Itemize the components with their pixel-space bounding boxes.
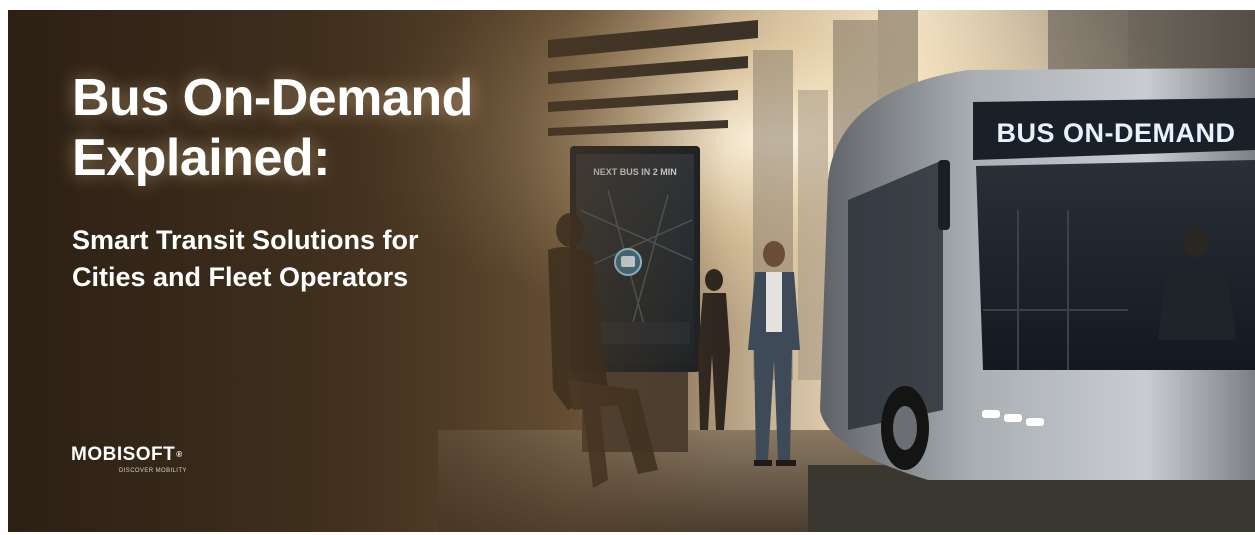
logo-tagline: DISCOVER MOBILITY <box>119 468 187 474</box>
hero-banner: NEXT BUS IN 2 MIN BUS ON-DEMAND Bus On-D… <box>8 10 1255 532</box>
bus: BUS ON-DEMAND <box>820 68 1255 480</box>
logo-wordmark-text: MOBISOFT <box>71 444 176 465</box>
bus-destination-sign: BUS ON-DEMAND <box>997 118 1236 148</box>
banner-title-line-2: Explained: <box>72 129 330 187</box>
mobisoft-logo: MOBISOFT® DISCOVER MOBILITY <box>71 444 231 484</box>
banner-subtitle-line-1: Smart Transit Solutions for <box>72 225 419 255</box>
banner-subtitle: Smart Transit Solutions for Cities and F… <box>72 222 419 296</box>
logo-wordmark: MOBISOFT® <box>71 444 183 466</box>
banner-title-line-1: Bus On-Demand <box>72 69 473 127</box>
kiosk-header: NEXT BUS IN 2 MIN <box>593 167 677 177</box>
banner-title: Bus On-Demand Explained: <box>72 68 473 188</box>
banner-subtitle-line-2: Cities and Fleet Operators <box>72 262 409 292</box>
logo-registered-mark: ® <box>176 450 183 459</box>
